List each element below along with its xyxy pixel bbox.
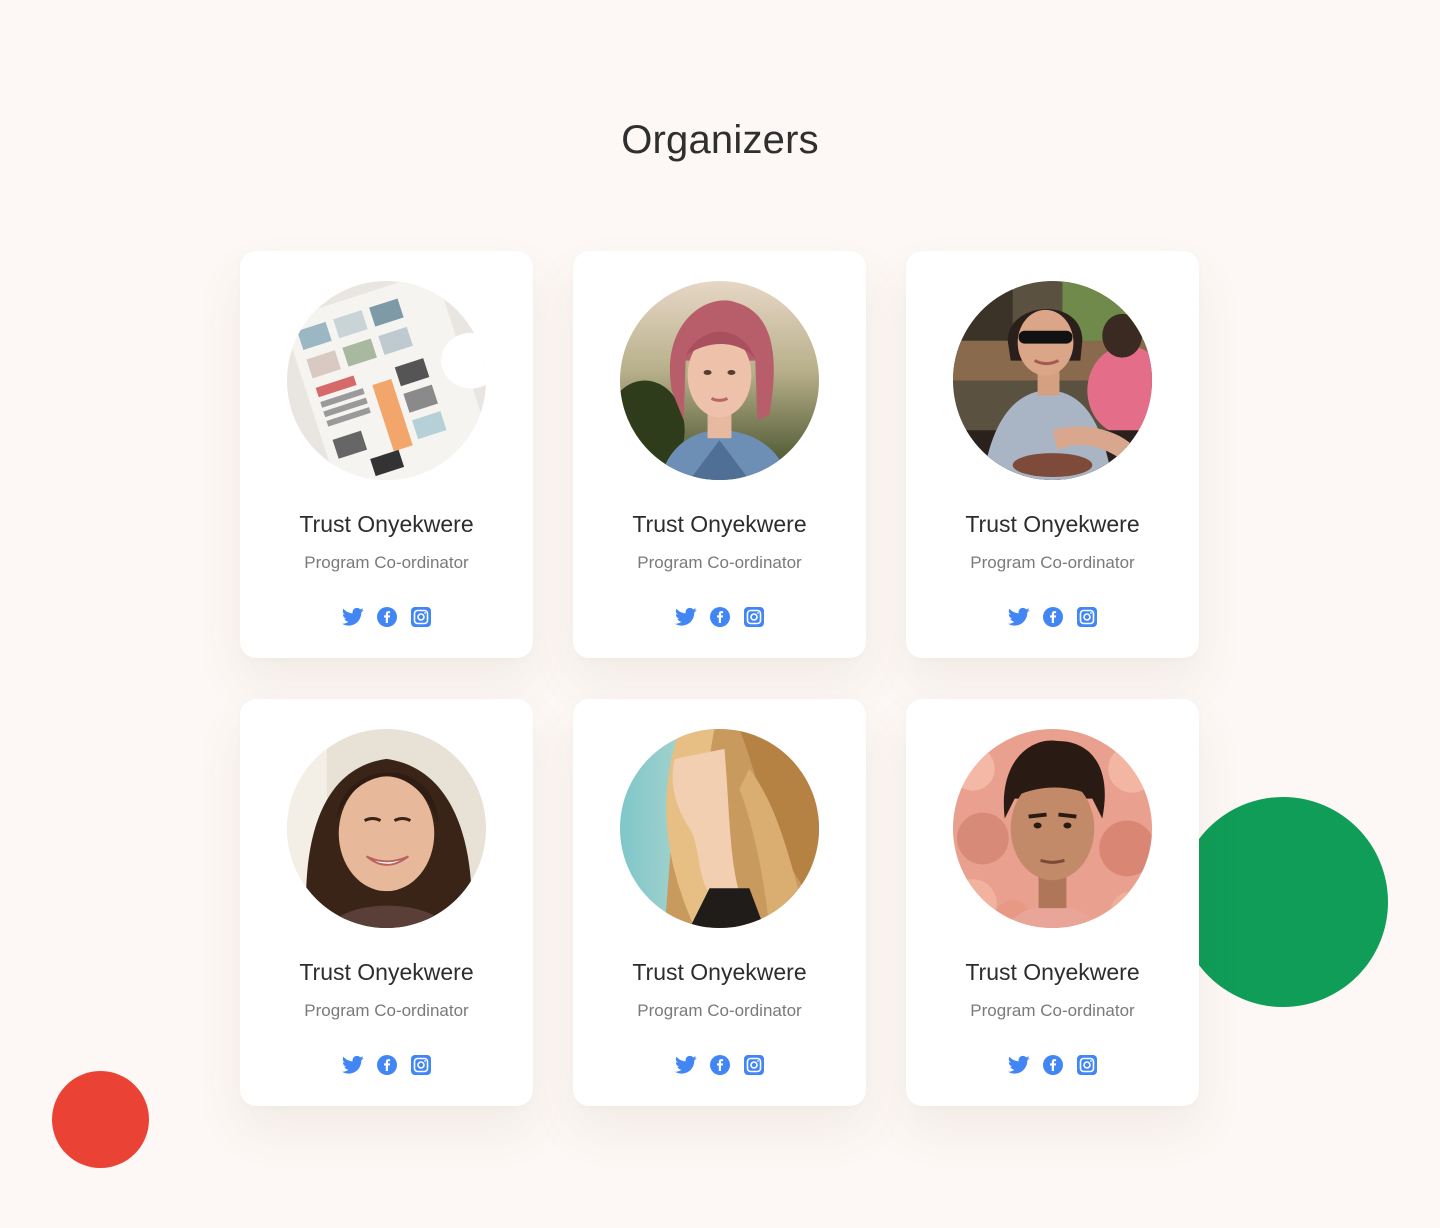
organizer-role: Program Co-ordinator bbox=[304, 1001, 469, 1020]
twitter-icon[interactable] bbox=[1007, 606, 1030, 628]
twitter-icon[interactable] bbox=[674, 606, 697, 628]
organizer-name: Trust Onyekwere bbox=[965, 511, 1140, 537]
organizer-role: Program Co-ordinator bbox=[637, 553, 802, 572]
social-links bbox=[240, 606, 533, 628]
instagram-icon[interactable] bbox=[1076, 606, 1098, 628]
facebook-icon[interactable] bbox=[376, 1054, 398, 1076]
organizer-photo bbox=[620, 281, 819, 480]
organizer-role: Program Co-ordinator bbox=[970, 553, 1135, 572]
instagram-icon[interactable] bbox=[410, 606, 432, 628]
facebook-icon[interactable] bbox=[376, 606, 398, 628]
social-links bbox=[906, 606, 1199, 628]
organizer-card: Trust Onyekwere Program Co-ordinator bbox=[906, 251, 1199, 658]
twitter-icon[interactable] bbox=[674, 1054, 697, 1076]
organizer-photo bbox=[953, 281, 1152, 480]
organizer-photo bbox=[287, 281, 486, 480]
facebook-icon[interactable] bbox=[709, 1054, 731, 1076]
organizer-card: Trust Onyekwere Program Co-ordinator bbox=[240, 251, 533, 658]
instagram-icon[interactable] bbox=[743, 606, 765, 628]
organizer-role: Program Co-ordinator bbox=[304, 553, 469, 572]
social-links bbox=[573, 606, 866, 628]
organizer-photo bbox=[953, 729, 1152, 928]
organizers-page: Organizers Trust Onyekwere Program Co-or… bbox=[0, 0, 1440, 1228]
organizer-name: Trust Onyekwere bbox=[632, 959, 807, 985]
decorative-red-circle bbox=[52, 1071, 149, 1168]
organizer-name: Trust Onyekwere bbox=[299, 511, 474, 537]
twitter-icon[interactable] bbox=[341, 606, 364, 628]
social-links bbox=[573, 1054, 866, 1076]
organizer-role: Program Co-ordinator bbox=[637, 1001, 802, 1020]
organizer-card: Trust Onyekwere Program Co-ordinator bbox=[906, 699, 1199, 1106]
organizer-role: Program Co-ordinator bbox=[970, 1001, 1135, 1020]
decorative-green-circle bbox=[1178, 797, 1388, 1007]
social-links bbox=[906, 1054, 1199, 1076]
instagram-icon[interactable] bbox=[1076, 1054, 1098, 1076]
twitter-icon[interactable] bbox=[1007, 1054, 1030, 1076]
section-title: Organizers bbox=[621, 118, 819, 162]
facebook-icon[interactable] bbox=[709, 606, 731, 628]
organizers-grid: Trust Onyekwere Program Co-ordinator Tru… bbox=[240, 251, 1200, 1106]
facebook-icon[interactable] bbox=[1042, 1054, 1064, 1076]
instagram-icon[interactable] bbox=[410, 1054, 432, 1076]
instagram-icon[interactable] bbox=[743, 1054, 765, 1076]
organizer-name: Trust Onyekwere bbox=[632, 511, 807, 537]
organizer-card: Trust Onyekwere Program Co-ordinator bbox=[573, 699, 866, 1106]
organizer-card: Trust Onyekwere Program Co-ordinator bbox=[573, 251, 866, 658]
social-links bbox=[240, 1054, 533, 1076]
organizer-card: Trust Onyekwere Program Co-ordinator bbox=[240, 699, 533, 1106]
organizer-name: Trust Onyekwere bbox=[965, 959, 1140, 985]
organizer-photo bbox=[287, 729, 486, 928]
facebook-icon[interactable] bbox=[1042, 606, 1064, 628]
organizer-photo bbox=[620, 729, 819, 928]
organizer-name: Trust Onyekwere bbox=[299, 959, 474, 985]
twitter-icon[interactable] bbox=[341, 1054, 364, 1076]
